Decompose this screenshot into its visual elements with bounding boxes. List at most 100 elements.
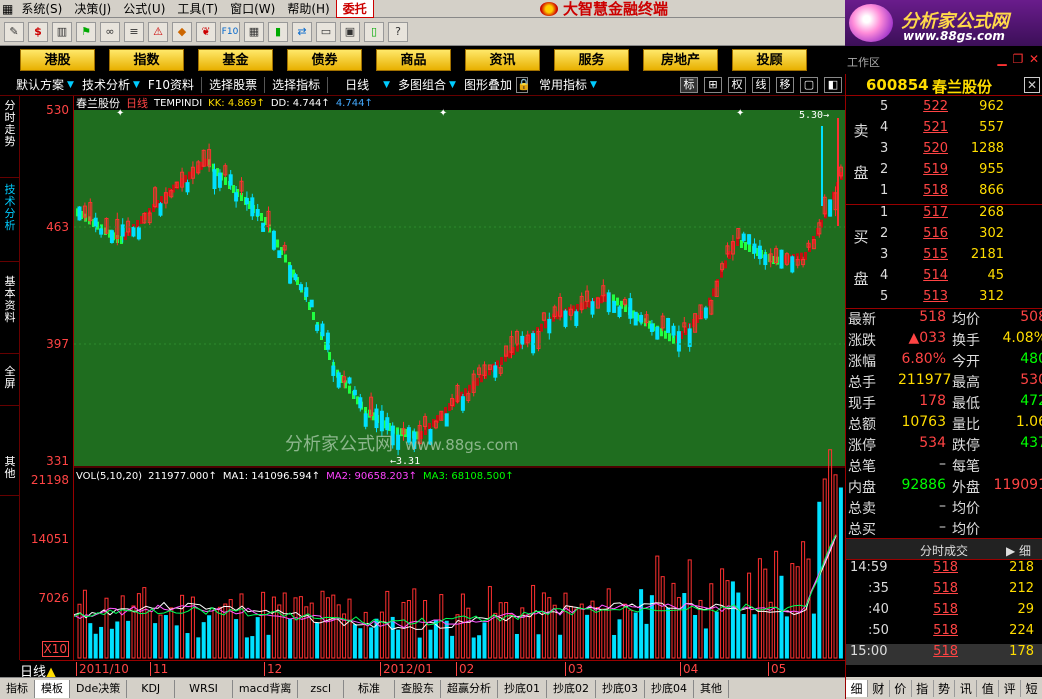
- close-quote-icon[interactable]: ✕: [1024, 77, 1040, 93]
- help-icon[interactable]: ?: [388, 21, 408, 42]
- price-tick: 331: [46, 454, 69, 468]
- diamond-icon[interactable]: ◆: [172, 21, 192, 42]
- zoom-button[interactable]: ▢: [800, 76, 818, 93]
- line-button[interactable]: 线: [752, 76, 770, 93]
- crosshair-button[interactable]: ⊞: [704, 76, 722, 93]
- f10-icon[interactable]: F10: [220, 21, 240, 42]
- volume-bar: [471, 637, 476, 659]
- bottom-tab-wrsi[interactable]: WRSI: [175, 679, 233, 698]
- order-row-buy: 3 515 2181: [880, 247, 1004, 262]
- tab-overlay[interactable]: 图形叠加 🔒: [460, 76, 535, 93]
- menu-tools[interactable]: 工具(T): [171, 0, 224, 17]
- bottom-tab-dde[interactable]: Dde决策: [70, 679, 128, 698]
- tab-multi-chart[interactable]: 多图组合 ▼: [394, 76, 460, 93]
- ruler-icon[interactable]: ▦: [0, 2, 15, 16]
- quote-tab-index[interactable]: 指: [912, 679, 934, 697]
- list-icon[interactable]: ≡: [124, 21, 144, 42]
- bottom-tab-bottom03[interactable]: 抄底03: [596, 679, 646, 698]
- grid-icon[interactable]: ▦: [244, 21, 264, 42]
- nav-hk-stocks[interactable]: 港股: [20, 49, 95, 71]
- restore-icon[interactable]: ❐: [1011, 52, 1025, 66]
- tab-default-scheme[interactable]: 默认方案 ▼: [12, 76, 78, 93]
- tab-select-indicator[interactable]: 选择指标: [268, 76, 324, 93]
- menu-system[interactable]: 系统(S): [15, 0, 68, 17]
- bottom-tab-shareholders[interactable]: 查股东: [395, 679, 442, 698]
- leaf-icon[interactable]: ❦: [196, 21, 216, 42]
- pencil-icon[interactable]: ✎: [4, 21, 24, 42]
- tab-technical-analysis[interactable]: 技术分析 ▼: [78, 76, 144, 93]
- menu-help[interactable]: 帮助(H): [281, 0, 335, 17]
- bottom-tab-other[interactable]: 其他: [694, 679, 730, 698]
- kline-chart[interactable]: ✦ ✦ ✦ 5.30→←3.31: [74, 96, 845, 660]
- minimize-icon[interactable]: ▁: [995, 52, 1009, 66]
- tab-period[interactable]: 日线 ▼: [341, 76, 394, 93]
- side-tab-technical[interactable]: 技术分析: [0, 184, 20, 262]
- bottom-tab-kdj[interactable]: KDJ: [127, 679, 176, 698]
- bottom-tab-bottom01[interactable]: 抄底01: [498, 679, 548, 698]
- warning-icon[interactable]: ⚠: [148, 21, 168, 42]
- menu-window[interactable]: 窗口(W): [224, 0, 281, 17]
- bottom-tab-zscl[interactable]: zscl: [298, 679, 345, 698]
- quote-tab-price[interactable]: 价: [890, 679, 912, 697]
- quote-tab-rating[interactable]: 评: [999, 679, 1022, 697]
- nav-service[interactable]: 服务: [554, 49, 629, 71]
- menu-formula[interactable]: 公式(U): [117, 0, 171, 17]
- bars-icon[interactable]: ▮: [268, 21, 288, 42]
- dollar-icon[interactable]: $: [28, 21, 48, 42]
- nav-real-estate[interactable]: 房地产: [643, 49, 718, 71]
- nav-advisor[interactable]: 投顾: [732, 49, 807, 71]
- bottom-tab-indicators[interactable]: 指标: [0, 679, 35, 698]
- binoculars-icon[interactable]: ∞: [100, 21, 120, 42]
- move-button[interactable]: 移: [776, 76, 794, 93]
- volume-bar: [126, 620, 131, 659]
- menu-decision[interactable]: 决策(J): [68, 0, 117, 17]
- columns-icon[interactable]: ▯: [364, 21, 384, 42]
- quote-tab-news[interactable]: 讯: [955, 679, 978, 697]
- bottom-tab-macd[interactable]: macd背离: [233, 679, 299, 698]
- chart-icon[interactable]: ▥: [52, 21, 72, 42]
- trades-detail-button[interactable]: ▶ 细: [1006, 542, 1031, 559]
- candle-body: [131, 227, 136, 237]
- quote-tab-short[interactable]: 短: [1021, 680, 1042, 697]
- side-tab-intraday[interactable]: 分时走势: [0, 100, 20, 178]
- bottom-tab-super-analysis[interactable]: 超赢分析: [441, 679, 499, 698]
- nav-news[interactable]: 资讯: [465, 49, 540, 71]
- close-icon[interactable]: ✕: [1027, 52, 1041, 66]
- stat-row: 总买 – 均价: [848, 519, 980, 538]
- volume-bar: [266, 634, 271, 659]
- candle-body: [752, 243, 757, 254]
- quote-tab-value[interactable]: 值: [977, 679, 1000, 697]
- chart-area[interactable]: ✦ ✦ ✦ 5.30→ ←3.31: [74, 96, 845, 660]
- quote-tab-finance[interactable]: 财: [868, 679, 890, 697]
- bottom-tab-templates[interactable]: 模板: [35, 679, 70, 698]
- menu-trade[interactable]: 委托: [335, 0, 374, 18]
- nav-index[interactable]: 指数: [109, 49, 184, 71]
- window-icon[interactable]: ▣: [340, 21, 360, 42]
- side-tab-other[interactable]: 其他: [0, 456, 20, 496]
- bottom-tab-standard[interactable]: 标准: [344, 679, 396, 698]
- bottom-tab-bottom02[interactable]: 抄底02: [547, 679, 597, 698]
- exchange-icon[interactable]: ⇄: [292, 21, 312, 42]
- mark-button[interactable]: 标: [680, 76, 698, 93]
- chart-dd-value: DD: 4.744↑: [270, 97, 330, 109]
- nav-bond[interactable]: 债券: [287, 49, 362, 71]
- nav-fund[interactable]: 基金: [198, 49, 273, 71]
- quote-tab-detail[interactable]: 细: [846, 679, 868, 697]
- side-tab-fundamentals[interactable]: 基本资料: [0, 276, 20, 354]
- panel-button[interactable]: ◧: [824, 76, 842, 93]
- quote-tab-trend[interactable]: 势: [934, 679, 956, 697]
- volume-bar: [714, 611, 719, 659]
- tab-f10[interactable]: F10资料: [144, 76, 198, 93]
- stock-code: 600854: [866, 76, 929, 94]
- nav-commodity[interactable]: 商品: [376, 49, 451, 71]
- tab-common-indicators[interactable]: 常用指标 ▼: [535, 76, 601, 93]
- monitor-icon[interactable]: ▭: [316, 21, 336, 42]
- candle-body: [444, 413, 449, 427]
- flag-icon[interactable]: ⚑: [76, 21, 96, 42]
- rights-button[interactable]: 权: [728, 76, 746, 93]
- tab-select-stock[interactable]: 选择股票: [205, 76, 261, 93]
- date-axis: 日线▲ 2011/10 11 12 2012/01 02 03 04 05: [20, 660, 845, 680]
- bottom-tab-bottom04[interactable]: 抄底04: [645, 679, 695, 698]
- volume-bar: [752, 614, 757, 659]
- side-tab-fullscreen[interactable]: 全屏: [0, 366, 20, 406]
